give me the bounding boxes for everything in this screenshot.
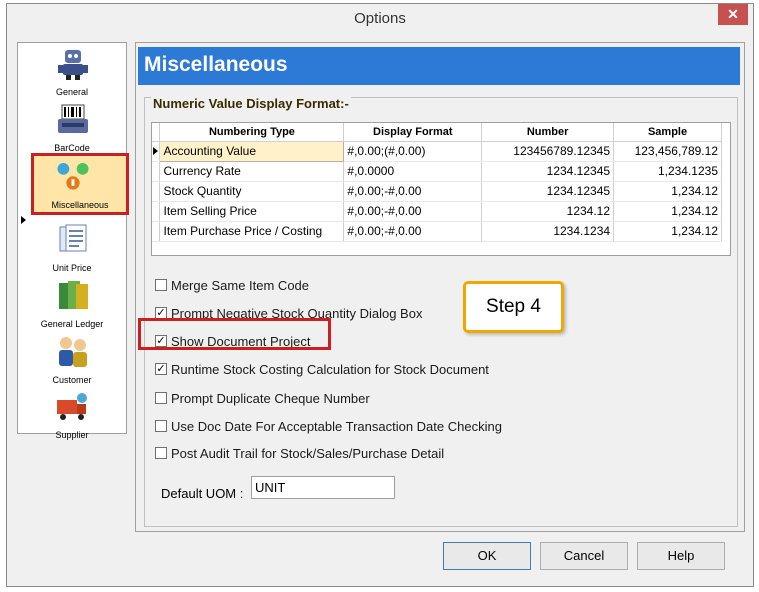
row-indicator [152,221,161,242]
sidebar-item-supplier[interactable]: Supplier [18,386,126,442]
ledger-books-icon [59,281,88,309]
cell-number[interactable]: 123456789.12345 [481,141,615,162]
sidebar-item-general-ledger[interactable]: General Ledger [18,275,126,331]
checkbox[interactable] [155,392,167,404]
show-document-project-highlight [138,318,331,350]
step-annotation: Step 4 [463,281,564,333]
checkbox[interactable] [155,279,167,291]
col-header-numbering-type[interactable]: Numbering Type [159,123,345,142]
numeric-format-group: Numeric Value Display Format:- Numbering… [144,96,738,527]
row-indicator [152,141,161,162]
cell-display-format[interactable]: #,0.0000 [343,161,483,182]
cell-numbering-type[interactable]: Currency Rate [159,161,345,182]
group-title: Numeric Value Display Format:- [151,96,351,111]
options-sidebar: General BarCode Miscellaneous Unit Price [17,42,129,440]
title-bar: Options ✕ [7,4,753,32]
help-button[interactable]: Help [637,542,725,570]
cell-sample: 1,234.12 [613,221,722,242]
cell-sample: 1,234.12 [613,181,722,202]
option-label: Runtime Stock Costing Calculation for St… [171,361,489,377]
option-prompt-duplicate-cheque[interactable]: Prompt Duplicate Cheque Number [155,389,370,407]
cell-display-format[interactable]: #,0.00;-#,0.00 [343,181,483,202]
ok-button[interactable]: OK [443,542,531,570]
checkbox[interactable]: ✓ [155,363,167,375]
option-use-doc-date[interactable]: Use Doc Date For Acceptable Transaction … [155,417,502,435]
option-post-audit-trail[interactable]: Post Audit Trail for Stock/Sales/Purchas… [155,444,444,462]
format-grid: Numbering Type Display Format Number Sam… [151,122,731,256]
sidebar-item-label: Supplier [55,430,89,440]
sidebar-item-label: Customer [52,375,92,385]
grid-corner [152,123,161,142]
window-title: Options [354,10,406,27]
sidebar-item-general[interactable]: General [18,43,126,99]
table-row[interactable]: Item Purchase Price / Costing #,0.00;-#,… [152,221,722,242]
sidebar-item-barcode[interactable]: BarCode [18,99,126,155]
col-header-display-format[interactable]: Display Format [343,123,483,142]
cell-sample: 1,234.12 [613,201,722,222]
table-row[interactable]: Currency Rate #,0.0000 1234.12345 1,234.… [152,161,722,182]
documents-icon [59,224,87,252]
col-header-number[interactable]: Number [481,123,615,142]
table-row[interactable]: Accounting Value #,0.00;(#,0.00) 1234567… [152,140,722,162]
sidebar-item-label: Miscellaneous [51,200,109,210]
col-header-sample[interactable]: Sample [613,123,722,142]
option-label: Post Audit Trail for Stock/Sales/Purchas… [171,445,445,461]
cell-display-format[interactable]: #,0.00;(#,0.00) [343,141,483,162]
sidebar-item-customer[interactable]: Customer [18,331,126,387]
misc-spheres-icon [57,162,89,190]
robot-icon [58,50,88,80]
option-runtime-stock-costing[interactable]: ✓ Runtime Stock Costing Calculation for … [155,360,489,378]
option-label: Merge Same Item Code [171,277,310,293]
checkbox[interactable] [155,420,167,432]
sidebar-item-miscellaneous[interactable]: Miscellaneous [31,153,129,215]
cell-numbering-type[interactable]: Stock Quantity [159,181,345,202]
cell-numbering-type[interactable]: Item Purchase Price / Costing [159,221,345,242]
checkbox[interactable] [155,447,167,459]
row-indicator [152,161,161,182]
customer-people-icon [59,337,87,367]
barcode-printer-icon [58,104,88,133]
table-row[interactable]: Stock Quantity #,0.00;-#,0.00 1234.12345… [152,181,722,202]
cell-numbering-type[interactable]: Item Selling Price [159,201,345,222]
sidebar-item-label: Unit Price [52,263,92,273]
close-button[interactable]: ✕ [718,4,748,25]
option-label: Prompt Duplicate Cheque Number [171,390,370,406]
cell-number[interactable]: 1234.1234 [481,221,615,242]
sidebar-item-unit-price[interactable]: Unit Price [18,219,126,275]
sidebar-item-label: General [55,87,89,97]
options-panel: Miscellaneous Numeric Value Display Form… [135,42,745,532]
cell-sample: 1,234.1235 [613,161,722,182]
sidebar-item-label: General Ledger [40,319,104,329]
sidebar-item-label: BarCode [54,143,90,153]
cell-number[interactable]: 1234.12345 [481,181,615,202]
cell-number[interactable]: 1234.12345 [481,161,615,182]
panel-header: Miscellaneous [138,47,740,85]
option-merge-same-item-code[interactable]: Merge Same Item Code [155,276,309,294]
cancel-button[interactable]: Cancel [540,542,628,570]
cell-number[interactable]: 1234.12 [481,201,615,222]
supplier-truck-icon [57,393,87,420]
row-indicator [152,201,161,222]
cell-numbering-type[interactable]: Accounting Value [159,140,345,162]
default-uom-label: Default UOM : [161,486,244,501]
cell-sample: 123,456,789.12 [613,141,722,162]
options-window: Options ✕ General BarCode Miscellaneous … [6,3,754,587]
cell-display-format[interactable]: #,0.00;-#,0.00 [343,201,483,222]
sidebar-selected-arrow-icon [21,216,26,224]
row-indicator [152,181,161,202]
cell-display-format[interactable]: #,0.00;-#,0.00 [343,221,483,242]
default-uom-input[interactable] [251,476,395,499]
row-pointer-icon [153,147,158,155]
option-label: Use Doc Date For Acceptable Transaction … [171,418,502,434]
table-row[interactable]: Item Selling Price #,0.00;-#,0.00 1234.1… [152,201,722,222]
